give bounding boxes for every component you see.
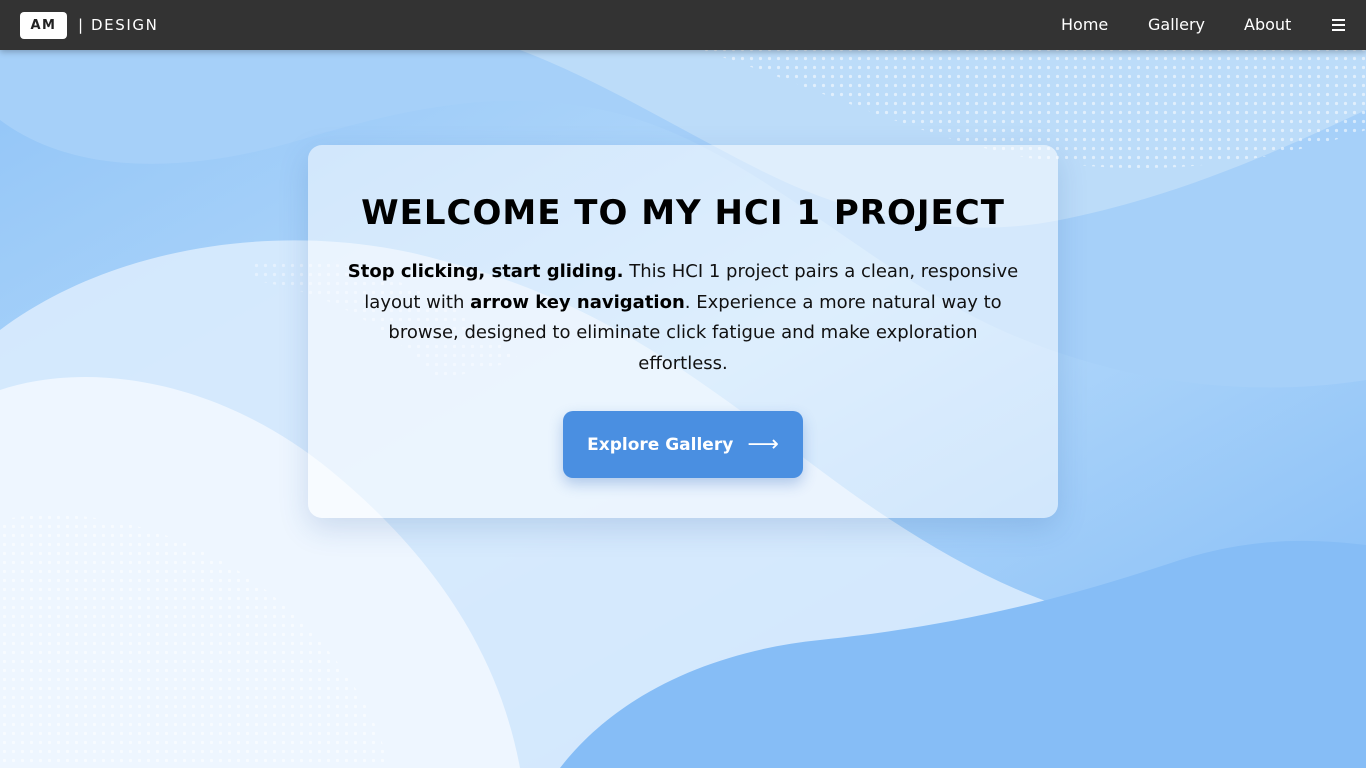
nav-link-about[interactable]: About	[1244, 15, 1291, 35]
nav-link-home[interactable]: Home	[1061, 15, 1108, 35]
explore-gallery-label: Explore Gallery	[587, 434, 734, 455]
menu-bar	[1332, 19, 1345, 21]
hero-lead-bold: Stop clicking, start gliding.	[347, 261, 624, 282]
hamburger-menu-icon[interactable]	[1332, 19, 1345, 31]
logo-text: | DESIGN	[78, 16, 159, 34]
top-navbar: AM | DESIGN Home Gallery About	[0, 0, 1366, 50]
explore-gallery-button[interactable]: Explore Gallery ⟶	[563, 411, 803, 478]
hero-title: WELCOME TO MY HCI 1 PROJECT	[361, 193, 1005, 233]
long-right-arrow-icon: ⟶	[747, 431, 779, 457]
hero-card: WELCOME TO MY HCI 1 PROJECT Stop clickin…	[308, 145, 1058, 518]
hero-mid-bold: arrow key navigation	[470, 291, 685, 313]
menu-bar	[1332, 24, 1345, 26]
hero-description: Stop clicking, start gliding. This HCI 1…	[341, 257, 1025, 379]
nav-link-gallery[interactable]: Gallery	[1148, 15, 1205, 35]
logo-badge[interactable]: AM	[20, 12, 67, 39]
menu-bar	[1332, 29, 1345, 31]
